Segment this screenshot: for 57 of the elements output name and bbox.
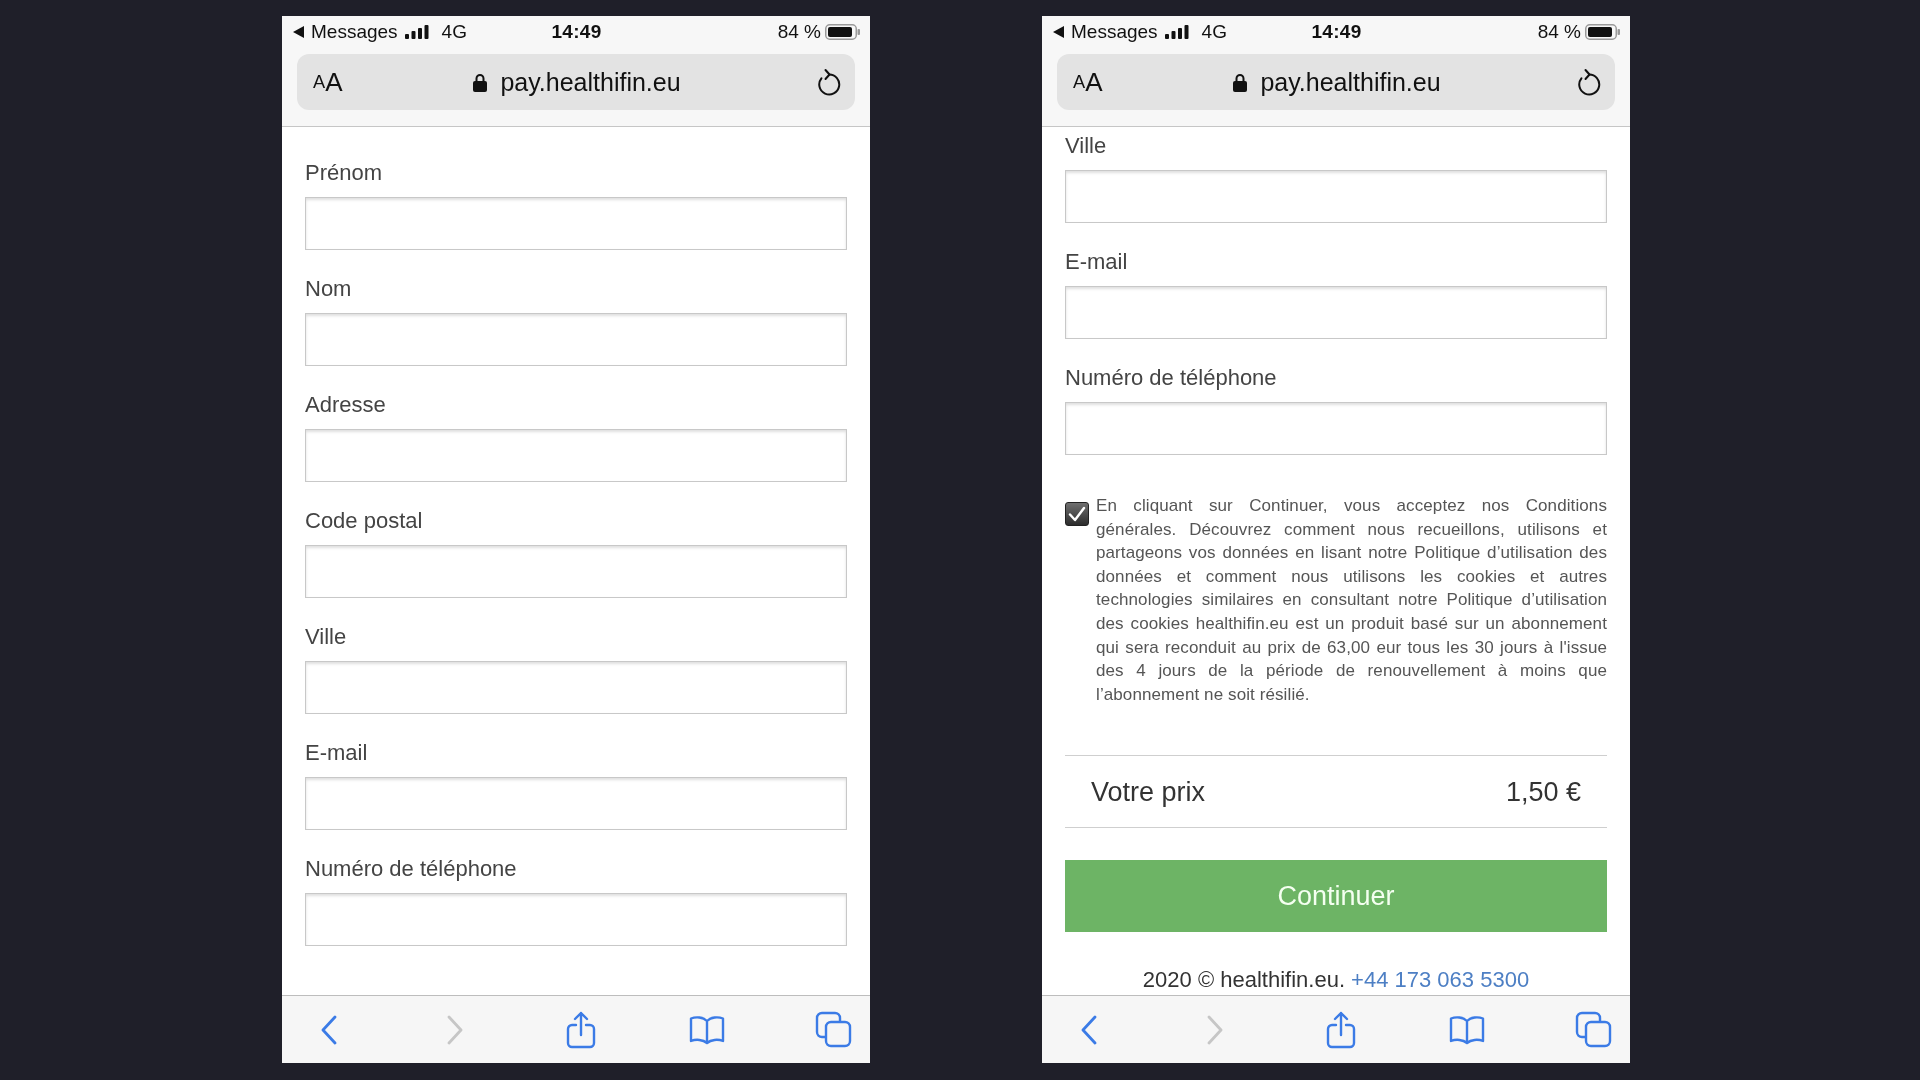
battery-icon	[825, 24, 860, 40]
field-label: Nom	[305, 275, 353, 303]
chevron-right-icon	[1206, 1014, 1224, 1045]
field-label: E-mail	[1065, 248, 1129, 276]
field-label: Ville	[1065, 132, 1108, 160]
open-book-icon	[689, 1014, 725, 1045]
url-text: pay.healthifin.eu	[500, 67, 681, 97]
battery-percent: 84 %	[1537, 21, 1581, 43]
chevron-left-icon	[320, 1014, 338, 1045]
text-input[interactable]	[1065, 286, 1607, 339]
chevron-left-icon	[1080, 1014, 1098, 1045]
network-type: 4G	[1201, 21, 1227, 43]
reload-icon	[817, 68, 841, 96]
signal-bars-icon	[404, 25, 429, 39]
text-input[interactable]	[305, 777, 847, 830]
open-book-icon	[1449, 1014, 1485, 1045]
text-input[interactable]	[1065, 402, 1607, 455]
text-input[interactable]	[305, 545, 847, 598]
field-label: Prénom	[305, 159, 384, 187]
field-label: Code postal	[305, 507, 424, 535]
price-value: 1,50 €	[1505, 775, 1581, 808]
text-input[interactable]	[305, 429, 847, 482]
reload-button[interactable]	[817, 68, 841, 96]
terms-text: En cliquant sur Continuer, vous acceptez nos Conditions générales. Découvrez comment nous recueillons, utilisons et partageons vos données en lisant notre Politique d’utilisation des données et comment nous utilisons les cookies et autres technologies similaires en consultant notre Politique d’utilisation des cookies healthifin.eu est un produit basé sur un abonnement qui sera reconduit au prix de 63,00 eur tous les 30 jours à l'issue des 4 jours de la période de renouvellement à moins que l’abonnement ne soit résilié.	[1096, 495, 1607, 706]
back-to-app-button[interactable]: Messages	[1053, 21, 1158, 43]
tabs-icon	[814, 1011, 852, 1048]
battery-percent: 84 %	[777, 21, 821, 43]
tabs-icon	[1574, 1011, 1612, 1048]
field-label: Ville	[305, 623, 348, 651]
chevron-right-icon	[446, 1014, 464, 1045]
phone-link[interactable]: +44 173 063 5300	[1351, 967, 1530, 993]
back-triangle-icon	[293, 26, 304, 38]
checkmark-icon	[1068, 506, 1086, 522]
clock-time: 14:49	[1311, 21, 1362, 43]
text-input[interactable]	[305, 313, 847, 366]
text-input[interactable]	[305, 197, 847, 250]
share-icon	[566, 1010, 596, 1049]
copyright-text: 2020 © healthifin.eu. +44 173 063 5300	[1142, 967, 1530, 994]
reload-button[interactable]	[1577, 68, 1601, 96]
url-text: pay.healthifin.eu	[1260, 67, 1441, 97]
back-to-app-button[interactable]: Messages	[293, 21, 398, 43]
field-label: Numéro de téléphone	[305, 855, 518, 883]
text-input[interactable]	[305, 661, 847, 714]
text-input[interactable]	[1065, 170, 1607, 223]
field-label: E-mail	[305, 739, 369, 767]
network-type: 4G	[441, 21, 467, 43]
field-label: Numéro de téléphone	[1065, 364, 1278, 392]
share-icon	[1326, 1010, 1356, 1049]
back-triangle-icon	[1053, 26, 1064, 38]
text-input[interactable]	[305, 893, 847, 946]
clock-time: 14:49	[551, 21, 602, 43]
battery-icon	[1585, 24, 1620, 40]
field-label: Adresse	[305, 391, 387, 419]
price-label: Votre prix	[1091, 775, 1206, 808]
signal-bars-icon	[1164, 25, 1189, 39]
reload-icon	[1577, 68, 1601, 96]
checkbox[interactable]	[1065, 502, 1089, 526]
